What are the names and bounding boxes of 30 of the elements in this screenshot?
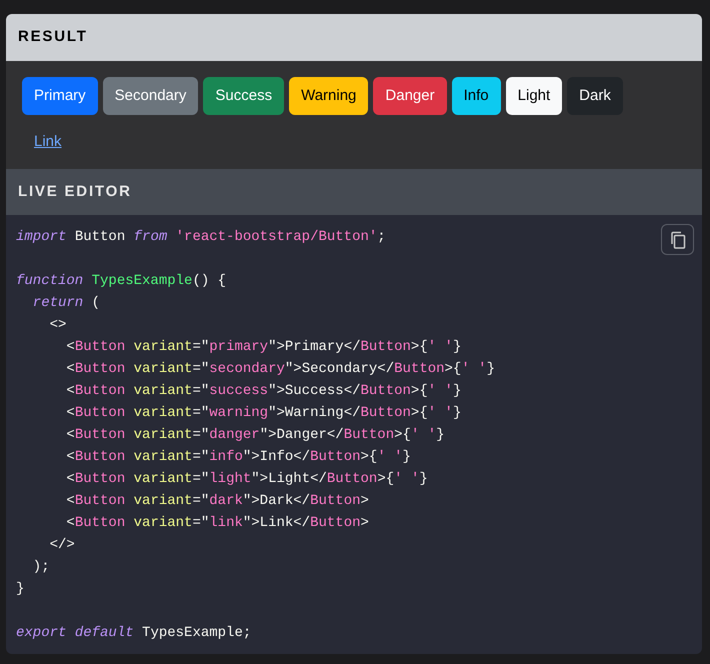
code-line: </> [48,536,75,555]
code-line: import Button from 'react-bootstrap/Button'; [16,228,386,247]
code-line: <Button variant="info">Info</Button>{' '} [65,448,411,467]
code-line: <Button variant="link">Link</Button> [65,514,369,533]
code-line: <Button variant="primary">Primary</Button>{' '} [65,338,462,357]
code-line: export default TypesExample; [16,624,252,643]
variant-button[interactable]: Primary [22,77,98,115]
copy-icon [670,230,686,248]
link-button[interactable]: Link [22,123,74,161]
code-line: <Button variant="light">Light</Button>{' '} [65,470,428,489]
code-line: ); [32,558,50,577]
code-line: <Button variant="warning">Warning</Button>{' '} [65,404,462,423]
section-title: RESULT [18,27,88,48]
code-line: <Button variant="success">Success</Button>{' '} [65,382,462,401]
variant-button[interactable]: Light [506,77,562,115]
code-line: <Button variant="dark">Dark</Button> [65,492,369,511]
variant-button[interactable]: Dark [567,77,623,115]
copy-button[interactable] [661,224,694,255]
code-line: <Button variant="secondary">Secondary</Button>{' '} [65,360,495,379]
code-line: <> [48,316,66,335]
variant-button[interactable]: Warning [289,77,368,115]
code-line: } [16,580,24,599]
code-line: function TypesExample() { [16,272,226,291]
code-line: return ( [32,294,100,313]
variant-button[interactable]: Success [203,77,284,115]
variant-button[interactable]: Secondary [102,77,198,115]
code-line: <Button variant="danger">Danger</Button>{' '} [65,426,445,445]
section-title: LIVE EDITOR [18,182,132,202]
variant-button[interactable]: Danger [373,77,447,115]
variant-button[interactable]: Info [452,77,501,115]
